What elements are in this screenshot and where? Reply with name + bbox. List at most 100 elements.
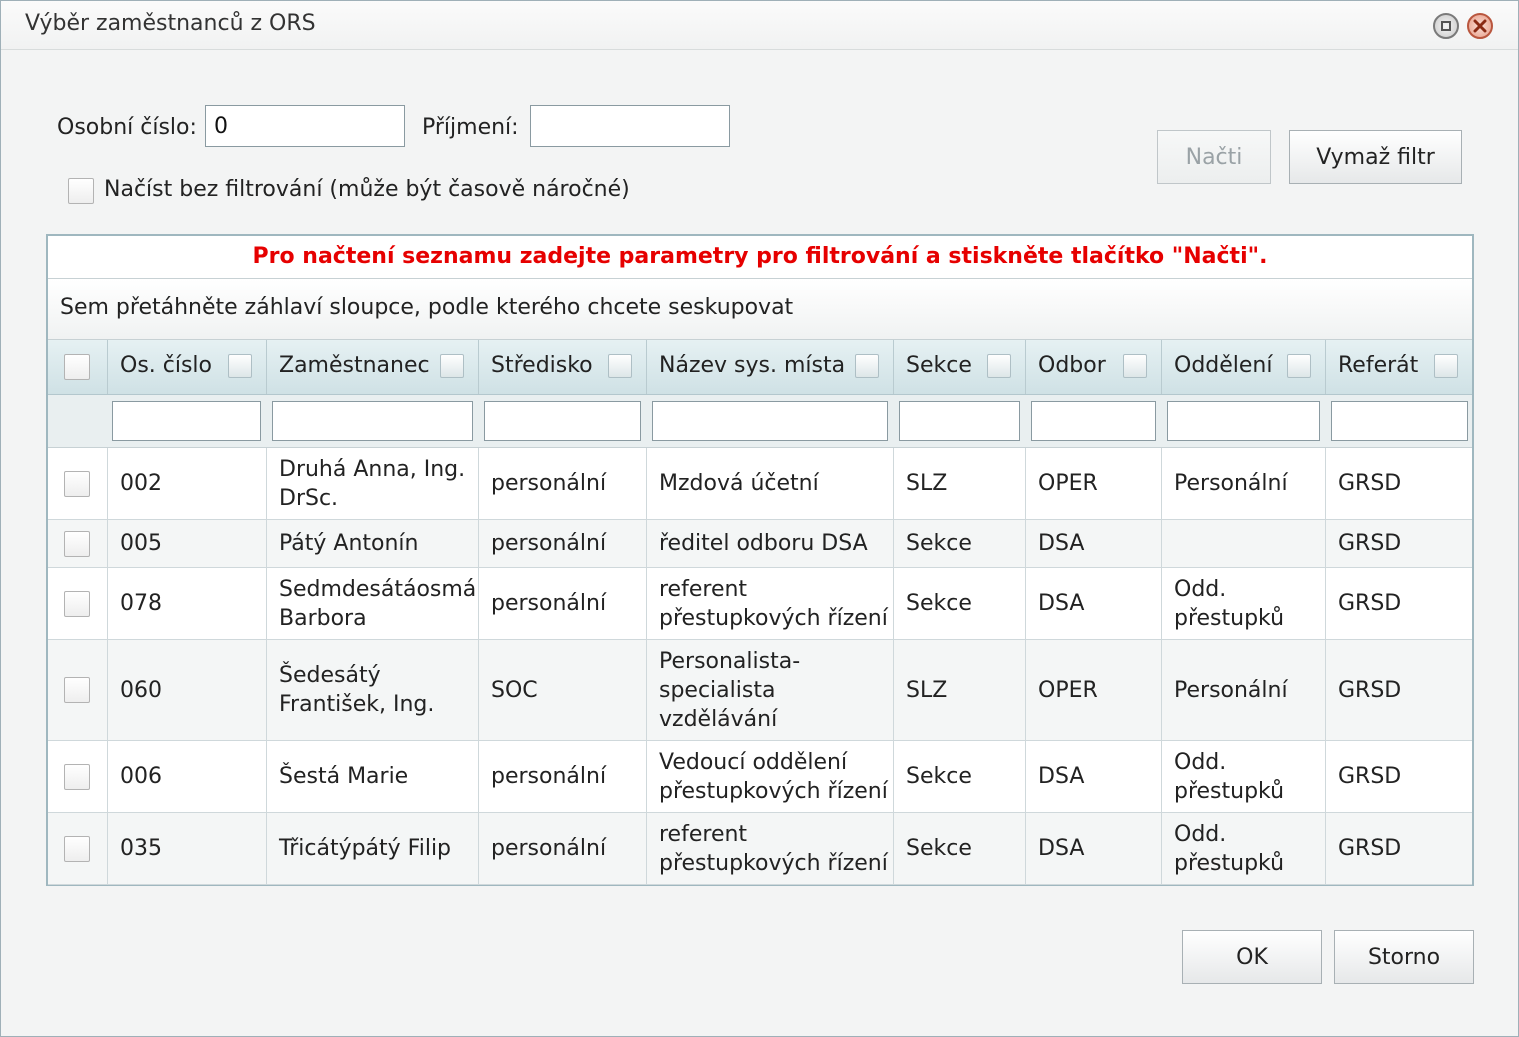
cell-odbor: OPER [1026,448,1162,519]
cell-os-cislo: 078 [108,568,267,639]
cell-os-cislo: 035 [108,813,267,884]
select-all-checkbox[interactable] [64,354,90,380]
filter-input-os-cislo[interactable] [112,401,261,441]
cancel-button[interactable]: Storno [1334,930,1474,984]
cell-os-cislo: 005 [108,520,267,567]
cell-referat: GRSD [1338,764,1402,789]
title-bar: Výběr zaměstnanců z ORS [1,1,1518,50]
cell-os-cislo: 060 [108,640,267,740]
row-select-cell [48,448,108,519]
group-by-area[interactable]: Sem přetáhněte záhlaví sloupce, podle kt… [48,279,1472,340]
filter-input-referat[interactable] [1331,401,1468,441]
cell-referat: GRSD [1338,591,1402,616]
surname-label: Příjmení: [422,115,519,140]
cell-sekce: Sekce [894,741,1026,812]
cell-zamestnanec: Druhá Anna, Ing. DrSc. [267,448,479,519]
select-all-cell [48,340,108,394]
column-menu-icon[interactable] [1434,354,1458,378]
cell-zamestnanec: Šedesátý František, Ing. [267,640,479,740]
cell-sekce: Sekce [894,813,1026,884]
column-header-stredisko[interactable]: Středisko [479,340,647,394]
cell-oddeleni: Odd. přestupků [1162,741,1326,812]
window-title: Výběr zaměstnanců z ORS [25,11,316,36]
cell-stredisko: personální [479,568,647,639]
group-by-hint: Sem přetáhněte záhlaví sloupce, podle kt… [60,295,794,320]
filter-input-zamestnanec[interactable] [272,401,473,441]
cell-zamestnanec: Šestá Marie [267,741,479,812]
row-checkbox[interactable] [64,677,90,703]
close-icon[interactable] [1467,13,1493,39]
load-button[interactable]: Načti [1157,130,1271,184]
row-checkbox[interactable] [64,470,90,497]
dialog-window: Výběr zaměstnanců z ORS Osobní číslo: Př… [0,0,1519,1037]
cell-odbor: OPER [1026,640,1162,740]
cell-os-cislo: 006 [108,741,267,812]
column-menu-icon[interactable] [1123,354,1147,378]
cell-stredisko: personální [479,520,647,567]
table-row[interactable]: 035 Třicátýpátý Filip personální referent p… [48,813,1472,885]
column-header-zamestnanec[interactable]: Zaměstnanec [267,340,479,394]
no-filter-checkbox[interactable] [68,178,94,204]
column-header-referat[interactable]: Referát [1326,340,1472,394]
column-header-nazev-sys-mista[interactable]: Název sys. místa [647,340,894,394]
cell-sekce: Sekce [894,568,1026,639]
row-checkbox[interactable] [64,590,90,617]
employee-grid: Pro načtení seznamu zadejte parametry pr… [46,234,1474,886]
cell-referat: GRSD [1338,471,1402,496]
cell-odbor: DSA [1026,813,1162,884]
filter-input-sekce[interactable] [899,401,1020,441]
clear-filter-button[interactable]: Vymaž filtr [1289,130,1462,184]
column-menu-icon[interactable] [855,354,879,378]
row-checkbox[interactable] [64,835,90,862]
row-checkbox[interactable] [64,763,90,790]
column-menu-icon[interactable] [228,354,252,378]
cell-odbor: DSA [1026,741,1162,812]
column-menu-icon[interactable] [1287,354,1311,378]
cell-nazev-sys-mista: Personalista-specialista vzdělávání [647,640,894,740]
table-row[interactable]: 006 Šestá Marie personální Vedoucí oddělení… [48,741,1472,813]
cell-oddeleni: Personální [1162,640,1326,740]
cell-referat: GRSD [1338,836,1402,861]
column-header-odbor[interactable]: Odbor [1026,340,1162,394]
row-select-cell [48,640,108,740]
row-select-cell [48,520,108,567]
cell-nazev-sys-mista: Vedoucí oddělení přestupkových řízení [647,741,894,812]
column-menu-icon[interactable] [608,354,632,378]
filter-input-nazev-sys-mista[interactable] [652,401,888,441]
cell-os-cislo: 002 [108,448,267,519]
filter-input-oddeleni[interactable] [1167,401,1320,441]
ok-button[interactable]: OK [1182,930,1322,984]
cell-odbor: DSA [1026,520,1162,567]
cell-zamestnanec: Sedmdesátáosmá Barbora [267,568,479,639]
column-menu-icon[interactable] [440,354,464,378]
row-checkbox[interactable] [64,530,90,557]
grid-header: Os. číslo Zaměstnanec Středisko Název sy… [48,340,1472,395]
table-row[interactable]: 078 Sedmdesátáosmá Barbora personální refer… [48,568,1472,640]
cell-stredisko: SOC [479,640,647,740]
column-menu-icon[interactable] [987,354,1011,378]
column-header-oddeleni[interactable]: Oddělení [1162,340,1326,394]
cell-oddeleni: Personální [1162,448,1326,519]
cell-sekce: SLZ [894,448,1026,519]
row-select-cell [48,568,108,639]
maximize-icon[interactable] [1433,13,1459,39]
cell-stredisko: personální [479,448,647,519]
filter-row [48,395,1472,448]
row-select-cell [48,813,108,884]
table-row[interactable]: 002 Druhá Anna, Ing. DrSc. personální Mzdov… [48,448,1472,520]
table-row[interactable]: 005 Pátý Antonín personální ředitel odboru … [48,520,1472,568]
filter-input-stredisko[interactable] [484,401,641,441]
cell-oddeleni [1162,520,1326,567]
cell-sekce: Sekce [894,520,1026,567]
cell-nazev-sys-mista: ředitel odboru DSA [647,520,894,567]
column-header-sekce[interactable]: Sekce [894,340,1026,394]
cell-odbor: DSA [1026,568,1162,639]
cell-stredisko: personální [479,813,647,884]
surname-input[interactable] [530,105,730,147]
table-row[interactable]: 060 Šedesátý František, Ing. SOC Personalis… [48,640,1472,741]
cell-zamestnanec: Pátý Antonín [267,520,479,567]
filter-input-odbor[interactable] [1031,401,1156,441]
cell-oddeleni: Odd. přestupků [1162,568,1326,639]
column-header-os-cislo[interactable]: Os. číslo [108,340,267,394]
personal-number-input[interactable] [205,105,405,147]
